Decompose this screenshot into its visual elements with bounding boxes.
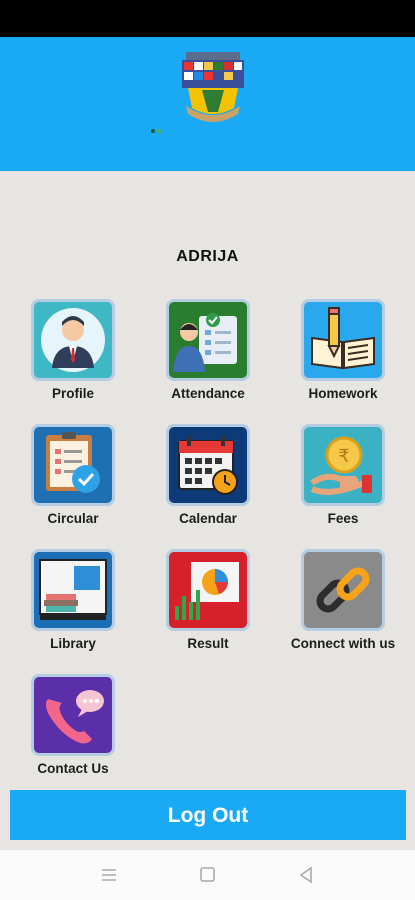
logout-button[interactable]: Log Out bbox=[10, 790, 406, 840]
school-logo bbox=[182, 52, 244, 122]
tile-calendar[interactable]: Calendar bbox=[143, 427, 273, 537]
calendar-icon bbox=[169, 427, 247, 503]
circular-icon bbox=[34, 427, 112, 503]
tile-connect[interactable]: Connect with us bbox=[278, 552, 408, 662]
fees-icon: ₹ bbox=[304, 427, 382, 503]
tile-label: Fees bbox=[327, 511, 359, 526]
tile-label: Circular bbox=[47, 511, 99, 526]
profile-icon bbox=[34, 302, 112, 378]
tile-result[interactable]: Result bbox=[143, 552, 273, 662]
tile-label: Contact Us bbox=[37, 761, 109, 776]
tile-circular[interactable]: Circular bbox=[8, 427, 138, 537]
tile-fees[interactable]: ₹ Fees bbox=[278, 427, 408, 537]
contact-icon bbox=[34, 677, 112, 753]
tile-label: Profile bbox=[51, 386, 94, 401]
svg-text:₹: ₹ bbox=[338, 446, 349, 467]
home-icon[interactable] bbox=[199, 866, 217, 884]
tile-homework[interactable]: Homework bbox=[278, 302, 408, 412]
tile-library[interactable]: Library bbox=[8, 552, 138, 662]
tile-label: Result bbox=[187, 636, 229, 651]
student-name: ADRIJA bbox=[176, 248, 239, 265]
connect-icon bbox=[304, 552, 382, 628]
app-header bbox=[0, 37, 415, 171]
library-icon bbox=[34, 552, 112, 628]
tile-label: Library bbox=[50, 636, 96, 651]
menu-icon[interactable] bbox=[100, 866, 118, 884]
homework-icon bbox=[304, 302, 382, 378]
attendance-icon bbox=[169, 302, 247, 378]
tile-label: Calendar bbox=[179, 511, 237, 526]
result-icon bbox=[169, 552, 247, 628]
tile-contact-us[interactable]: Contact Us bbox=[8, 677, 138, 787]
tile-attendance[interactable]: Attendance bbox=[143, 302, 273, 412]
tile-profile[interactable]: Profile bbox=[8, 302, 138, 412]
tile-label: Attendance bbox=[171, 386, 245, 401]
tile-label: Connect with us bbox=[290, 636, 396, 651]
tile-label: Homework bbox=[308, 386, 378, 401]
loading-dots bbox=[151, 129, 161, 133]
status-bar bbox=[0, 0, 415, 37]
system-nav-bar bbox=[0, 850, 415, 900]
back-icon[interactable] bbox=[297, 866, 315, 884]
